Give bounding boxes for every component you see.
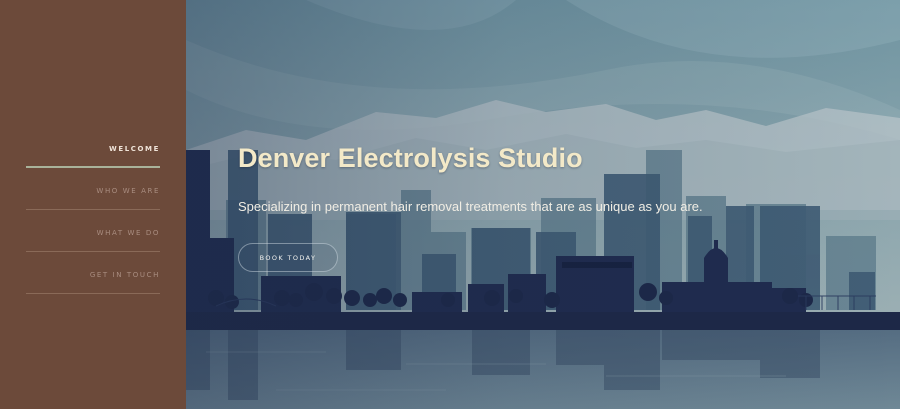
- hero-title: Denver Electrolysis Studio: [238, 143, 583, 173]
- page: WELCOME WHO WE ARE WHAT WE DO GET IN TOU…: [0, 0, 900, 409]
- hero-section: Denver Electrolysis Studio Specializing …: [186, 0, 900, 409]
- nav-item-who-we-are[interactable]: WHO WE ARE: [26, 168, 160, 210]
- nav-item-welcome[interactable]: WELCOME: [26, 126, 160, 168]
- nav-item-label: WHAT WE DO: [96, 229, 160, 237]
- book-today-button[interactable]: BOOK TODAY: [238, 243, 338, 272]
- nav-item-label: GET IN TOUCH: [89, 271, 160, 279]
- nav-item-label: WELCOME: [109, 145, 160, 153]
- sidebar: WELCOME WHO WE ARE WHAT WE DO GET IN TOU…: [0, 0, 186, 409]
- nav-item-label: WHO WE ARE: [96, 187, 160, 195]
- hero-subtitle: Specializing in permanent hair removal t…: [238, 199, 703, 214]
- sidebar-nav: WELCOME WHO WE ARE WHAT WE DO GET IN TOU…: [26, 126, 160, 294]
- nav-item-get-in-touch[interactable]: GET IN TOUCH: [26, 252, 160, 294]
- nav-item-what-we-do[interactable]: WHAT WE DO: [26, 210, 160, 252]
